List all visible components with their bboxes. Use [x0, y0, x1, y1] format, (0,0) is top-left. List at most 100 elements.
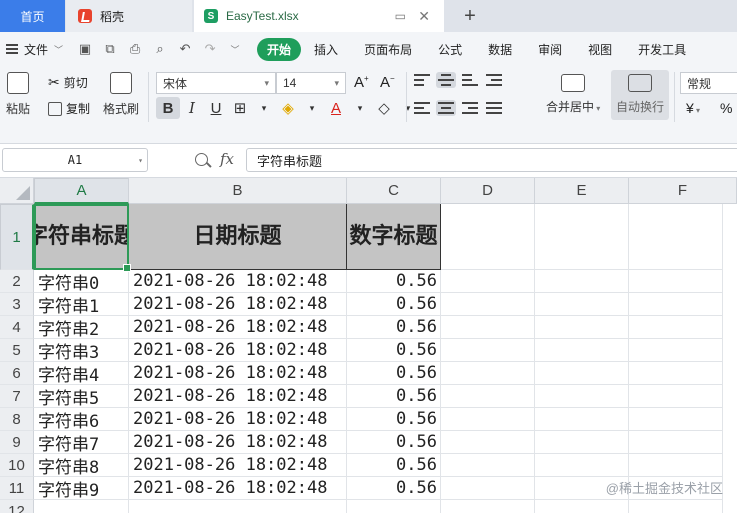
data-cell[interactable]: 0.56: [347, 270, 441, 293]
empty-cell[interactable]: [535, 362, 629, 385]
empty-cell[interactable]: [629, 339, 723, 362]
header-cell[interactable]: 数字标题: [347, 204, 441, 270]
percent-button[interactable]: %: [720, 100, 732, 116]
align-middle-icon[interactable]: [436, 72, 456, 88]
empty-cell[interactable]: [441, 293, 535, 316]
number-format-select[interactable]: 常规: [680, 72, 737, 94]
empty-cell[interactable]: [441, 204, 535, 270]
empty-cell[interactable]: [629, 408, 723, 431]
chevron-down-icon[interactable]: ▾: [252, 97, 276, 119]
data-cell[interactable]: 2021-08-26 18:02:48: [129, 431, 347, 454]
wrap-text-button[interactable]: 自动换行: [611, 70, 669, 120]
tab-home[interactable]: 首页: [0, 0, 65, 32]
empty-cell[interactable]: [347, 500, 441, 513]
data-cell[interactable]: 字符串9: [34, 477, 129, 500]
file-menu[interactable]: 文件 ﹀: [6, 41, 63, 58]
empty-cell[interactable]: [629, 500, 723, 513]
column-header-f[interactable]: F: [629, 178, 737, 204]
empty-cell[interactable]: [441, 408, 535, 431]
row-header-1[interactable]: 1: [0, 204, 34, 270]
empty-cell[interactable]: [129, 500, 347, 513]
row-header-5[interactable]: 5: [0, 339, 34, 362]
select-all-corner[interactable]: [0, 178, 34, 204]
empty-cell[interactable]: [535, 500, 629, 513]
empty-cell[interactable]: [629, 293, 723, 316]
justify-icon[interactable]: [484, 100, 504, 116]
row-header-12[interactable]: 12: [0, 500, 34, 513]
tab-file[interactable]: S EasyTest.xlsx ▭ ✕: [194, 0, 444, 32]
empty-cell[interactable]: [629, 431, 723, 454]
bold-button[interactable]: B: [156, 97, 180, 119]
new-tab-button[interactable]: +: [458, 4, 482, 28]
cut-button[interactable]: ✂ 剪切: [48, 74, 88, 91]
data-cell[interactable]: 2021-08-26 18:02:48: [129, 316, 347, 339]
tab-insert[interactable]: 插入: [301, 41, 351, 58]
empty-cell[interactable]: [629, 270, 723, 293]
italic-button[interactable]: I: [180, 97, 204, 119]
empty-cell[interactable]: [441, 454, 535, 477]
empty-cell[interactable]: [535, 408, 629, 431]
merge-center-button[interactable]: 合并居中 ▾: [546, 74, 600, 115]
empty-cell[interactable]: [441, 477, 535, 500]
column-header-e[interactable]: E: [535, 178, 629, 204]
column-header-a[interactable]: A: [34, 178, 129, 204]
data-cell[interactable]: 0.56: [347, 431, 441, 454]
header-cell[interactable]: 字符串标题: [34, 204, 129, 270]
data-cell[interactable]: 2021-08-26 18:02:48: [129, 385, 347, 408]
close-tab-icon[interactable]: ✕: [418, 8, 430, 25]
redo-icon[interactable]: ↷: [202, 41, 218, 57]
data-cell[interactable]: 0.56: [347, 362, 441, 385]
paste-button[interactable]: 粘贴: [6, 72, 30, 117]
empty-cell[interactable]: [34, 500, 129, 513]
tab-docer[interactable]: 稻壳: [66, 0, 192, 32]
empty-cell[interactable]: [535, 293, 629, 316]
align-left-icon[interactable]: [412, 100, 432, 116]
data-cell[interactable]: 0.56: [347, 477, 441, 500]
border-icon[interactable]: ⊞: [228, 97, 252, 119]
column-header-b[interactable]: B: [129, 178, 347, 204]
empty-cell[interactable]: [441, 362, 535, 385]
align-center-icon[interactable]: [436, 100, 456, 116]
empty-cell[interactable]: [441, 500, 535, 513]
row-header-3[interactable]: 3: [0, 293, 34, 316]
data-cell[interactable]: 2021-08-26 18:02:48: [129, 454, 347, 477]
tab-page-layout[interactable]: 页面布局: [351, 41, 425, 58]
row-header-8[interactable]: 8: [0, 408, 34, 431]
row-header-10[interactable]: 10: [0, 454, 34, 477]
decrease-indent-icon[interactable]: [484, 72, 504, 88]
data-cell[interactable]: 字符串8: [34, 454, 129, 477]
row-header-7[interactable]: 7: [0, 385, 34, 408]
data-cell[interactable]: 0.56: [347, 339, 441, 362]
tab-start[interactable]: 开始: [257, 37, 302, 61]
data-cell[interactable]: 字符串5: [34, 385, 129, 408]
currency-button[interactable]: ¥ ▾: [686, 100, 700, 116]
row-header-6[interactable]: 6: [0, 362, 34, 385]
align-top-icon[interactable]: [412, 72, 432, 88]
fill-color-icon[interactable]: ◈: [276, 97, 300, 119]
formula-input[interactable]: 字符串标题: [246, 148, 737, 172]
data-cell[interactable]: 0.56: [347, 408, 441, 431]
zoom-icon[interactable]: [195, 153, 208, 166]
tab-data[interactable]: 数据: [475, 41, 525, 58]
data-cell[interactable]: 0.56: [347, 454, 441, 477]
data-cell[interactable]: 字符串7: [34, 431, 129, 454]
empty-cell[interactable]: [441, 385, 535, 408]
tab-review[interactable]: 审阅: [525, 41, 575, 58]
print-icon[interactable]: ⎙: [127, 41, 143, 57]
empty-cell[interactable]: [535, 270, 629, 293]
data-cell[interactable]: 0.56: [347, 385, 441, 408]
font-size-select[interactable]: 14 ▾: [276, 72, 346, 94]
align-bottom-icon[interactable]: [460, 72, 480, 88]
data-cell[interactable]: 字符串1: [34, 293, 129, 316]
empty-cell[interactable]: [535, 316, 629, 339]
empty-cell[interactable]: [441, 431, 535, 454]
name-box[interactable]: A1 ▾: [2, 148, 148, 172]
empty-cell[interactable]: [535, 385, 629, 408]
data-cell[interactable]: 字符串4: [34, 362, 129, 385]
empty-cell[interactable]: [441, 270, 535, 293]
data-cell[interactable]: 2021-08-26 18:02:48: [129, 270, 347, 293]
header-cell[interactable]: 日期标题: [129, 204, 347, 270]
clear-format-icon[interactable]: ◇: [372, 97, 396, 119]
data-cell[interactable]: 2021-08-26 18:02:48: [129, 339, 347, 362]
function-icon[interactable]: fx: [220, 150, 234, 168]
